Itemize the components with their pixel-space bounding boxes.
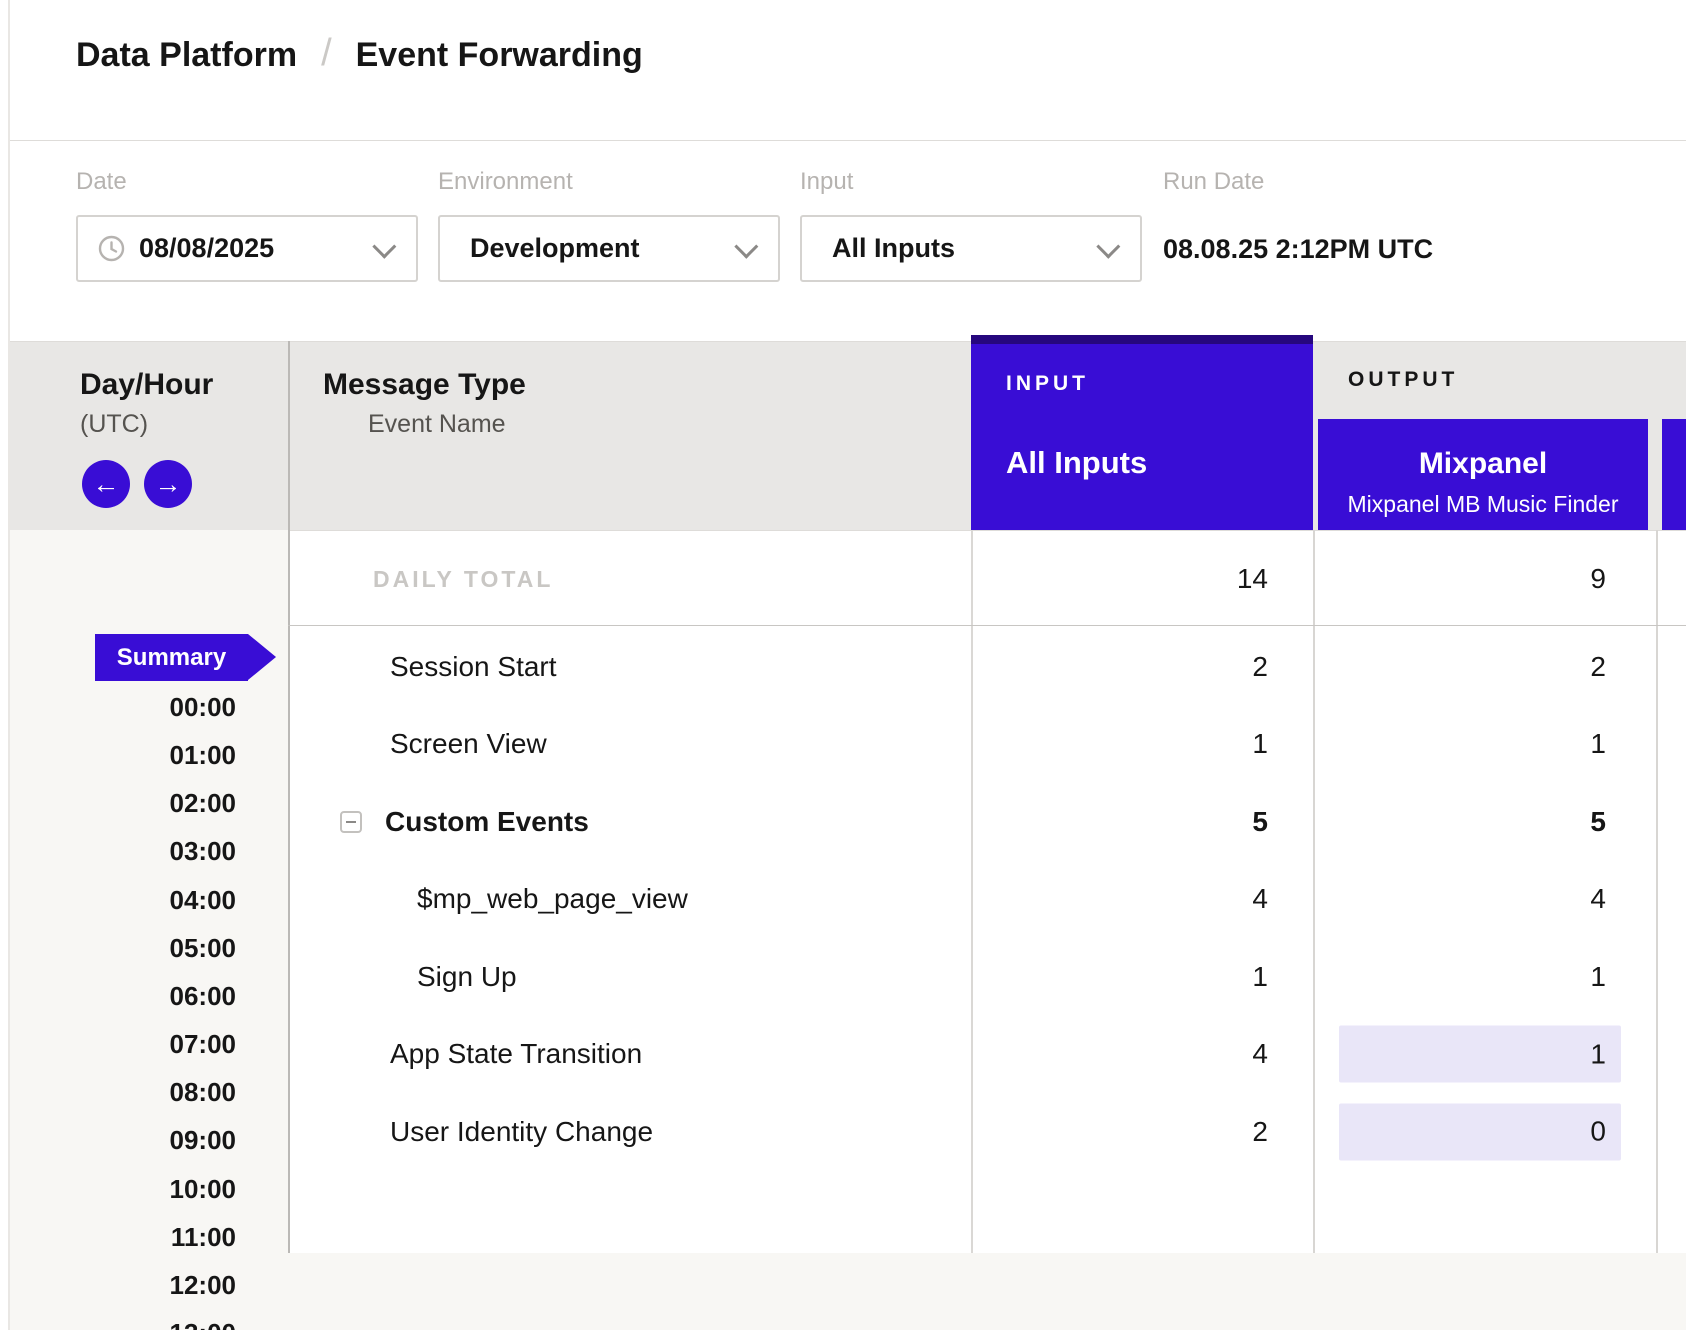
hour-slot[interactable]: 11:00 [20,1221,236,1253]
output-column-header[interactable]: Mixpanel Mixpanel MB Music Finder [1318,419,1648,530]
table-header-top-line [10,341,1686,342]
row-input-value: 4 [1252,883,1268,915]
input-column-active-strip [971,335,1313,344]
arrow-right-icon: → [155,469,182,500]
input-filter-label: Input [800,168,853,196]
chevron-down-icon [372,235,396,259]
message-type-subtitle: Event Name [368,410,506,439]
breadcrumb-separator: / [321,32,332,75]
input-column-header[interactable]: INPUT All Inputs [971,335,1313,530]
chevron-down-icon [1096,235,1120,259]
row-input-value: 2 [1252,1116,1268,1148]
hour-slot[interactable]: 04:00 [20,884,236,916]
row-output-value: 1 [1590,961,1606,993]
hour-slot[interactable]: 07:00 [20,1028,236,1060]
input-dropdown[interactable]: All Inputs [800,215,1142,282]
hour-sidebar: Summary 00:00 01:00 02:00 03:00 04:00 05… [10,530,288,1330]
row-output-value: 1 [1590,728,1606,760]
event-forwarding-page: Data Platform / Event Forwarding Date 08… [0,0,1686,1330]
arrow-left-icon: ← [93,469,120,500]
row-label: Custom Events [385,806,589,838]
chevron-down-icon [734,235,758,259]
hour-slot[interactable]: 08:00 [20,1076,236,1108]
table-footer-band [288,1253,1686,1330]
row-label: Sign Up [417,961,517,993]
daily-total-output-value: 9 [1590,563,1606,595]
hour-slot[interactable]: 02:00 [20,787,236,819]
hour-slot[interactable]: 09:00 [20,1124,236,1156]
row-output-value: 0 [1590,1116,1606,1148]
row-label: App State Transition [390,1038,642,1070]
hour-slot[interactable]: 00:00 [20,691,236,723]
row-label: Screen View [390,728,547,760]
environment-filter-label: Environment [438,168,573,196]
hour-slot[interactable]: 10:00 [20,1173,236,1205]
hour-slot[interactable]: 12:00 [20,1269,236,1301]
row-input-value: 4 [1252,1038,1268,1070]
hour-slot[interactable]: 06:00 [20,980,236,1012]
input-value: All Inputs [832,233,955,264]
message-type-title: Message Type [323,368,526,402]
table-header-bottom-line [288,530,1686,531]
next-output-column-partial[interactable] [1662,419,1686,530]
collapse-minus-icon[interactable] [340,811,362,833]
environment-value: Development [470,233,640,264]
output-column-title: Mixpanel [1318,447,1648,481]
date-dropdown[interactable]: 08/08/2025 [76,215,418,282]
date-value: 08/08/2025 [139,233,274,264]
previous-day-button[interactable]: ← [82,460,130,508]
next-day-button[interactable]: → [144,460,192,508]
row-input-value: 5 [1252,806,1268,838]
breadcrumb: Data Platform / Event Forwarding [76,34,643,77]
header-divider [10,140,1686,141]
hour-slot[interactable]: 03:00 [20,835,236,867]
summary-tab-arrow [248,634,276,680]
run-date-value: 08.08.25 2:12PM UTC [1163,234,1433,265]
row-output-value: 5 [1590,806,1606,838]
page-title: Event Forwarding [356,36,643,75]
input-column-title: All Inputs [1006,445,1147,481]
clock-icon [98,235,125,262]
input-section-label: INPUT [1006,372,1089,396]
row-output-value: 4 [1590,883,1606,915]
row-output-value: 2 [1590,651,1606,683]
summary-tab[interactable]: Summary [95,634,248,681]
run-date-label: Run Date [1163,168,1264,196]
output-column-subtitle: Mixpanel MB Music Finder [1318,491,1648,518]
breadcrumb-parent[interactable]: Data Platform [76,36,297,75]
row-label: Session Start [390,651,557,683]
row-output-value: 1 [1590,1038,1606,1070]
hour-slot[interactable]: 01:00 [20,739,236,771]
output-section-label: OUTPUT [1348,368,1458,392]
daily-total-label: DAILY TOTAL [373,566,553,593]
daily-total-input-value: 14 [1237,563,1268,595]
highlighted-cell: 1 [1339,1026,1621,1083]
day-hour-subtitle: (UTC) [80,410,148,439]
date-filter-label: Date [76,168,127,196]
daily-total-divider [288,625,1686,626]
row-input-value: 1 [1252,961,1268,993]
row-label: User Identity Change [390,1116,653,1148]
row-label: $mp_web_page_view [417,883,688,915]
row-input-value: 1 [1252,728,1268,760]
day-hour-title: Day/Hour [80,368,213,402]
hour-slot[interactable]: 13:00 [20,1317,236,1330]
highlighted-cell: 0 [1339,1103,1621,1160]
environment-dropdown[interactable]: Development [438,215,780,282]
hour-slot[interactable]: 05:00 [20,932,236,964]
row-input-value: 2 [1252,651,1268,683]
